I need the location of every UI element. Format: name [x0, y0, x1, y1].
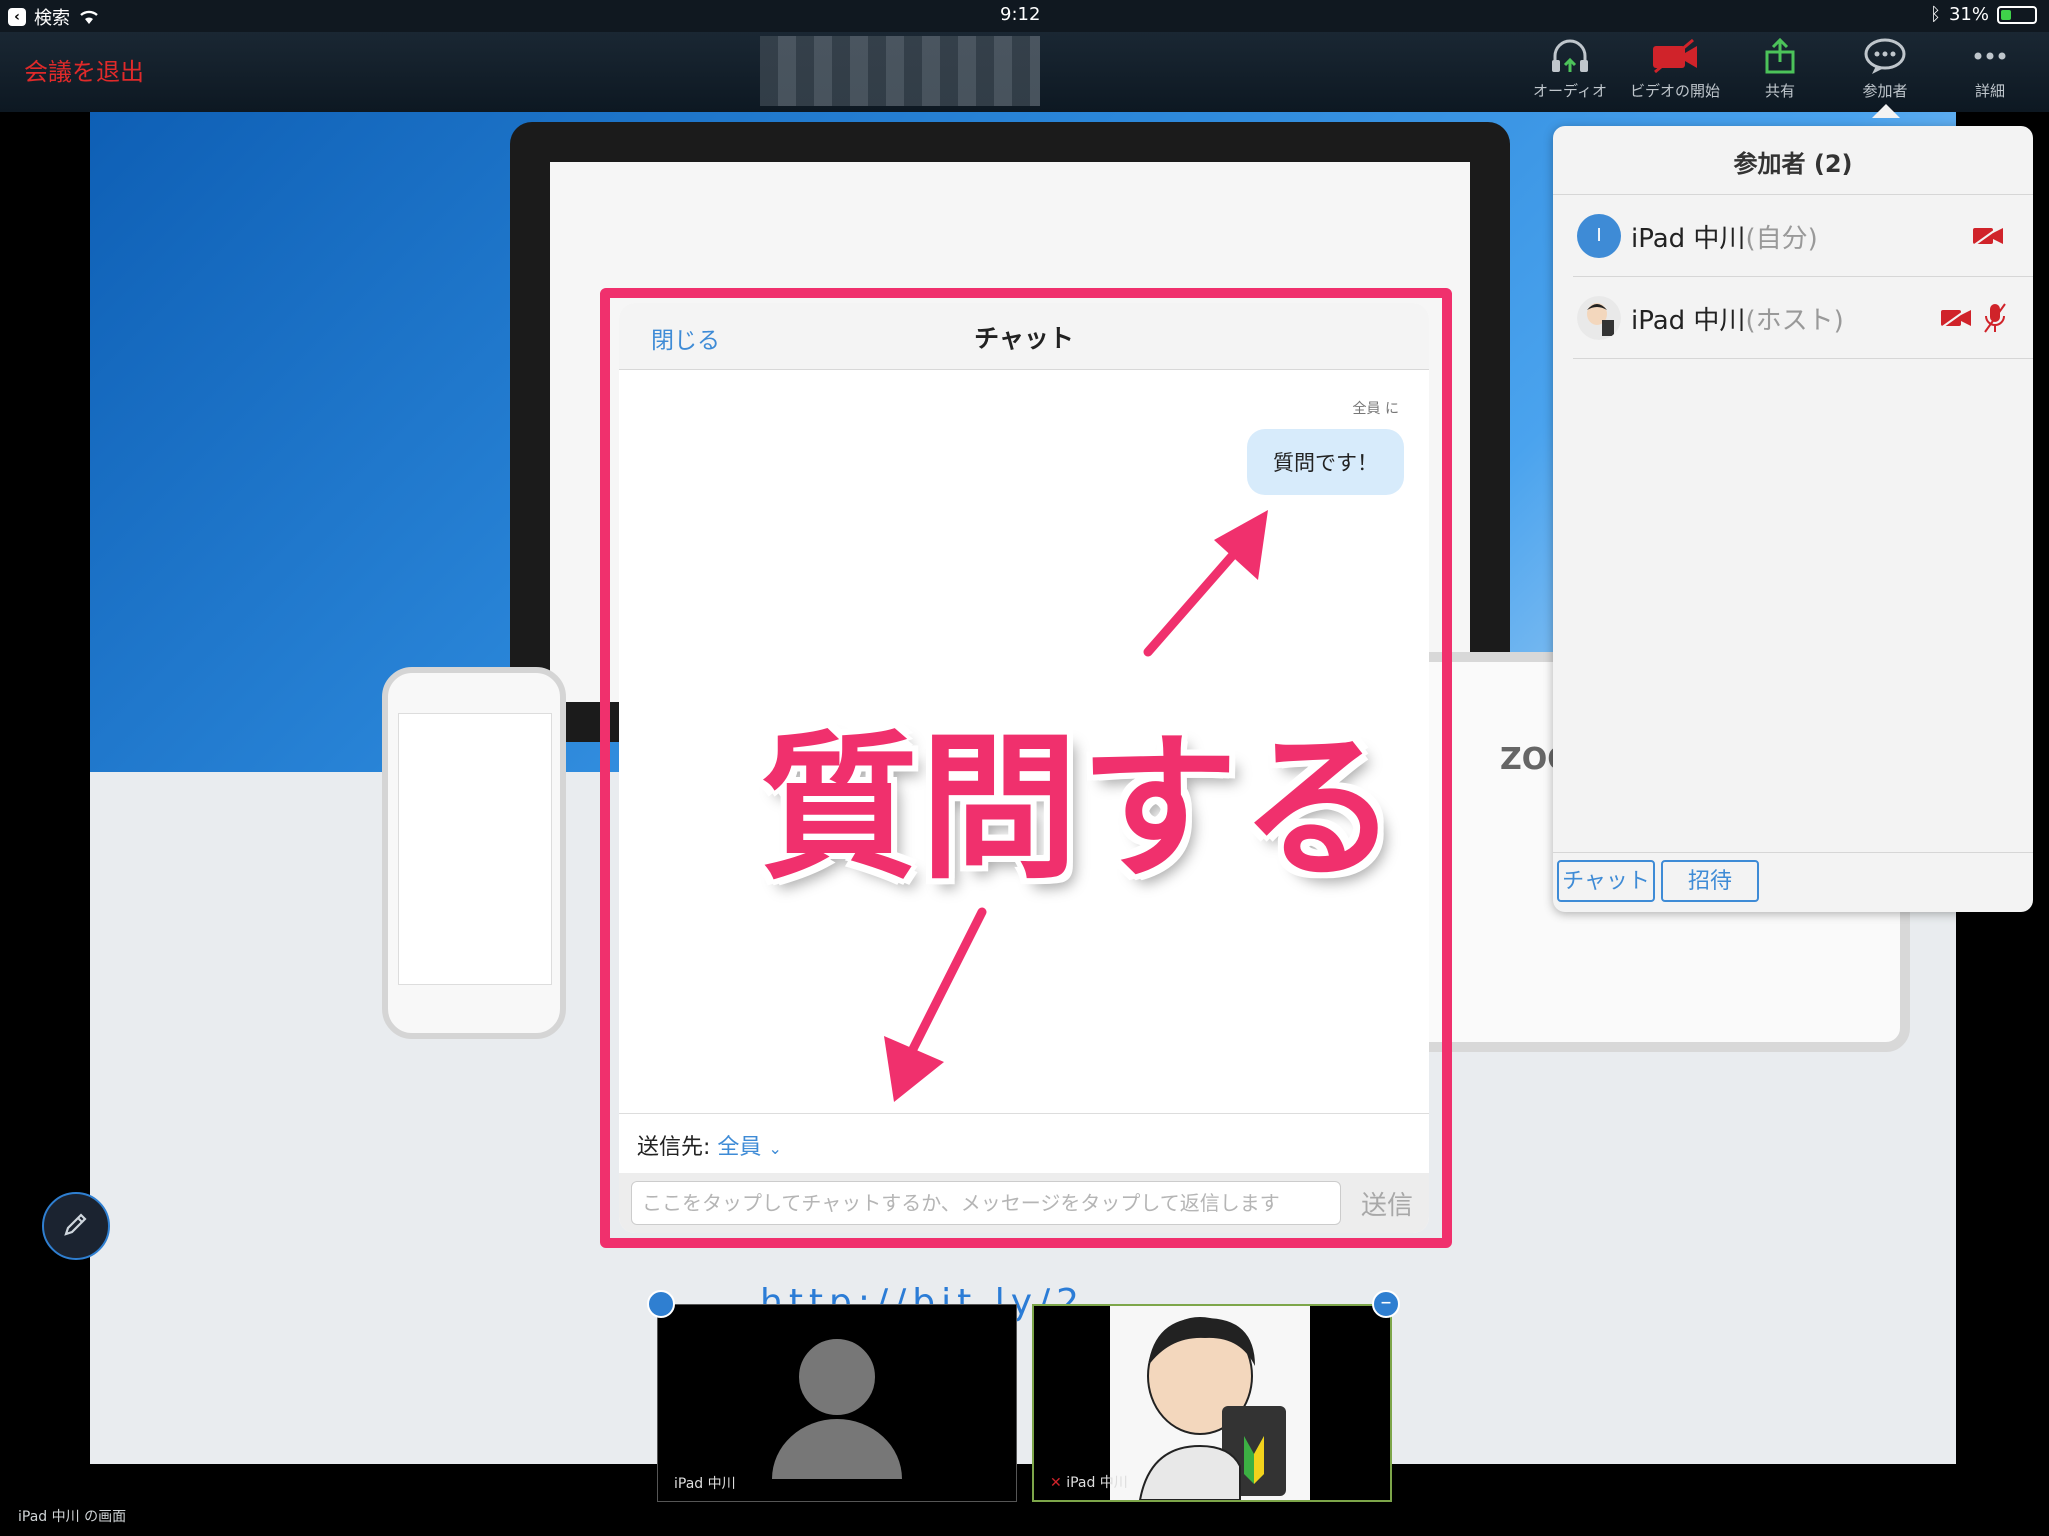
chat-message-input[interactable]: [631, 1181, 1341, 1225]
divider: [1553, 852, 2033, 853]
annotate-button[interactable]: [42, 1192, 110, 1260]
back-label[interactable]: 検索: [34, 4, 70, 30]
leave-meeting-button[interactable]: 会議を退出: [24, 52, 144, 87]
chat-send-button[interactable]: 送信: [1361, 1185, 1413, 1222]
screen-owner-label: iPad 中川 の画面: [18, 1509, 127, 1525]
participant-role: (ホスト): [1745, 306, 1844, 336]
video-off-icon: [1972, 225, 2003, 247]
bluetooth-icon: ᛒ: [1930, 4, 1941, 25]
chat-title: チャット: [974, 324, 1074, 353]
toolbar-audio-label: オーディオ: [1533, 82, 1607, 100]
minimize-video-icon[interactable]: –: [1372, 1290, 1400, 1318]
chat-message-bubble[interactable]: 質問です！: [1247, 429, 1404, 495]
mic-muted-icon: [1984, 303, 2006, 333]
participants-chat-button[interactable]: チャット: [1557, 860, 1655, 902]
send-to-value: 全員: [717, 1135, 762, 1160]
participant-avatar: I: [1577, 214, 1621, 258]
video-thumbnail-name-text: iPad 中川: [1066, 1475, 1128, 1491]
wifi-icon: [80, 10, 98, 24]
participant-role: (自分): [1745, 224, 1818, 254]
send-to-selector[interactable]: 全員 ⌄: [717, 1135, 781, 1160]
toolbar-video-label: ビデオの開始: [1629, 82, 1720, 100]
participant-name-text: iPad 中川: [1631, 224, 1746, 254]
person-placeholder-icon: [772, 1335, 902, 1479]
battery-percent: 31%: [1948, 4, 1989, 25]
toolbar-audio-button[interactable]: オーディオ: [1520, 36, 1620, 101]
toolbar-share-label: 共有: [1764, 82, 1795, 100]
chat-close-button[interactable]: 閉じる: [651, 321, 720, 355]
muted-mic-icon: ✕: [1050, 1475, 1062, 1491]
share-icon: [1765, 37, 1795, 74]
pin-video-icon[interactable]: [647, 1290, 675, 1318]
video-off-icon: [1653, 38, 1697, 74]
annotation-text: 質問する: [760, 717, 1400, 901]
meeting-toolbar: 会議を退出 オーディオ ビデオの開始 共有 参加者 詳細: [0, 32, 2049, 112]
shared-phone-image: [382, 667, 566, 1039]
chat-header: 閉じる チャット: [619, 303, 1429, 370]
divider: [619, 1113, 1429, 1114]
toolbar-participants-button[interactable]: 参加者: [1835, 36, 1935, 101]
participants-panel: 参加者 (2) I iPad 中川(自分) iPad 中川(ホスト) チャット …: [1553, 126, 2033, 912]
toolbar-participants-label: 参加者: [1862, 82, 1908, 100]
toolbar-more-button[interactable]: 詳細: [1940, 36, 2040, 101]
video-thumbnail-name: iPad 中川: [674, 1476, 736, 1492]
status-bar: ‹ 検索 9:12 ᛒ 31%: [0, 0, 2049, 32]
status-time: 9:12: [1000, 4, 1041, 25]
participant-name: iPad 中川(自分): [1631, 218, 1818, 255]
shared-phone-screen: [398, 713, 552, 985]
toolbar-more-label: 詳細: [1974, 82, 2005, 100]
participant-row[interactable]: iPad 中川(ホスト): [1553, 278, 2033, 358]
host-avatar-illustration: [1110, 1306, 1310, 1500]
chat-input-bar: 送信: [619, 1173, 1429, 1233]
divider: [1573, 276, 2033, 277]
toolbar-share-button[interactable]: 共有: [1730, 36, 1830, 101]
headphones-icon: [1552, 39, 1588, 72]
participant-avatar: [1577, 296, 1621, 340]
battery-level-fill: [2001, 9, 2011, 20]
video-thumbnail-self[interactable]: iPad 中川: [657, 1304, 1017, 1502]
video-thumbnail-name: ✕ iPad 中川: [1050, 1472, 1128, 1492]
more-icon: [1974, 52, 2006, 60]
send-to-row: 送信先: 全員 ⌄: [637, 1129, 782, 1161]
send-to-label: 送信先:: [637, 1135, 711, 1160]
participant-name: iPad 中川(ホスト): [1631, 300, 1844, 337]
chevron-down-icon: ⌄: [768, 1139, 782, 1158]
toolbar-video-button[interactable]: ビデオの開始: [1625, 36, 1725, 101]
participants-icon: [1864, 38, 1906, 74]
meeting-title-blurred: [760, 36, 1040, 106]
status-left[interactable]: ‹ 検索: [8, 4, 100, 30]
divider: [1553, 194, 2033, 195]
video-thumbnail-host[interactable]: ✕ iPad 中川: [1032, 1304, 1392, 1502]
battery-icon: [1997, 5, 2037, 24]
participant-name-text: iPad 中川: [1631, 306, 1746, 336]
back-arrow-icon[interactable]: ‹: [8, 8, 26, 26]
message-recipient: 全員 に: [1352, 401, 1399, 417]
popover-caret: [1872, 104, 1900, 118]
pencil-icon: [64, 1213, 87, 1236]
divider: [1573, 358, 2033, 359]
participants-invite-button[interactable]: 招待: [1661, 860, 1759, 902]
status-right: ᛒ 31%: [1930, 4, 2037, 25]
participants-title: 参加者 (2): [1733, 150, 1853, 178]
participant-row[interactable]: I iPad 中川(自分): [1553, 196, 2033, 276]
video-off-icon: [1940, 307, 1971, 329]
